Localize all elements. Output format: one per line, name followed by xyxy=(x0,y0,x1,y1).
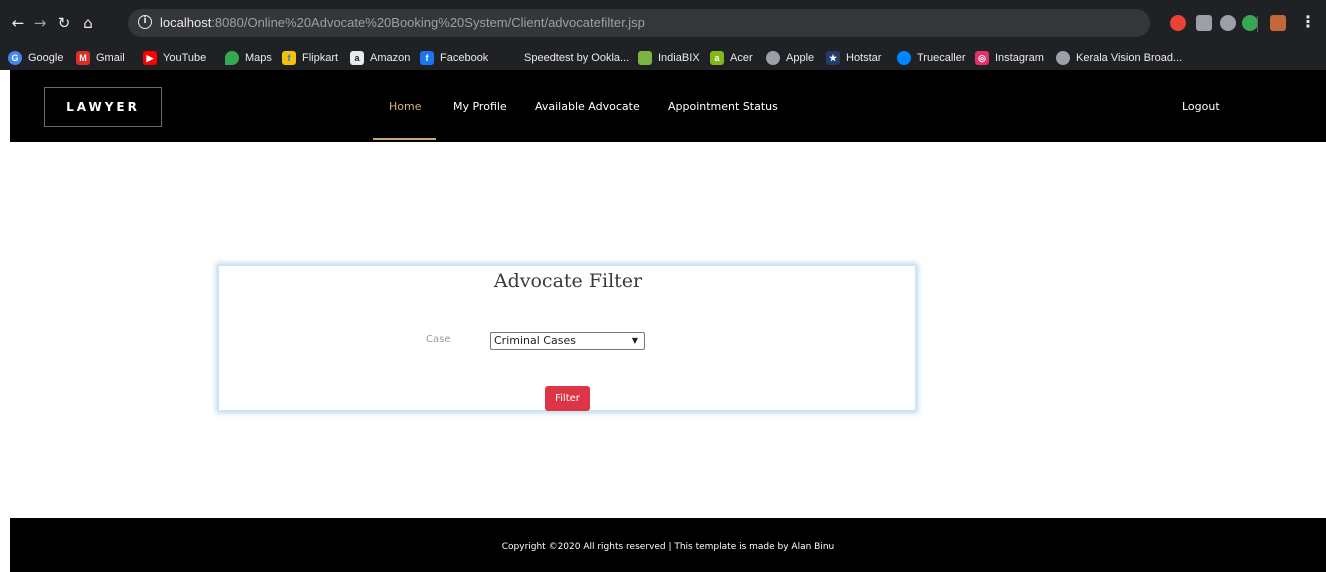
bookmark-label: Flipkart xyxy=(302,52,339,64)
bookmark-youtube[interactable]: ▶ YouTube xyxy=(143,50,206,66)
nav-home[interactable]: Home xyxy=(389,100,421,113)
back-icon[interactable]: ← xyxy=(8,13,28,33)
bookmark-google[interactable]: G Google xyxy=(8,50,63,66)
page-title: Advocate Filter xyxy=(493,270,643,292)
case-label: Case xyxy=(426,334,451,345)
bookmark-label: YouTube xyxy=(163,52,207,64)
info-icon[interactable]: i xyxy=(138,15,152,29)
bookmark-label: Apple xyxy=(786,52,815,64)
bookmark-acer[interactable]: a Acer xyxy=(710,50,753,66)
url-path: :8080/Online%20Advocate%20Booking%20Syst… xyxy=(211,15,645,30)
bookmark-amazon[interactable]: a Amazon xyxy=(350,50,410,66)
menu-dots-icon[interactable]: ⋮ xyxy=(1300,12,1316,31)
opera-extension-icon[interactable] xyxy=(1170,15,1186,31)
bookmarks-bar: G Google M Gmail ▶ YouTube Maps f Flipkart a… xyxy=(0,46,1326,68)
maps-icon xyxy=(225,51,239,65)
acer-icon: a xyxy=(710,51,724,65)
nav-available-advocate[interactable]: Available Advocate xyxy=(535,100,640,113)
bookmark-truecaller[interactable]: Truecaller xyxy=(897,50,966,66)
bookmark-label: Gmail xyxy=(96,52,125,64)
instagram-icon: ◎ xyxy=(975,51,989,65)
bookmark-label: Amazon xyxy=(370,52,411,64)
facebook-icon: f xyxy=(420,51,434,65)
forward-icon[interactable]: → xyxy=(30,13,50,33)
bookmark-maps[interactable]: Maps xyxy=(225,50,272,66)
url-host: localhost xyxy=(160,15,212,30)
shield-extension-icon[interactable] xyxy=(1220,15,1236,31)
indiabix-icon xyxy=(638,51,652,65)
profile-avatar[interactable] xyxy=(1270,15,1286,31)
bookmark-label: Acer xyxy=(730,52,753,64)
chevron-down-icon: ▼ xyxy=(631,336,638,345)
bookmark-instagram[interactable]: ◎ Instagram xyxy=(975,50,1044,66)
apple-icon xyxy=(766,51,780,65)
site-header: LAWYER Home My Profile Available Advocat… xyxy=(10,70,1326,142)
gmail-icon: M xyxy=(76,51,90,65)
toolbar-separator xyxy=(1257,16,1258,32)
hotstar-icon: ★ xyxy=(826,51,840,65)
url-text[interactable]: localhost:8080/Online%20Advocate%20Booki… xyxy=(160,15,645,30)
bookmark-label: Hotstar xyxy=(846,52,882,64)
case-select[interactable]: Criminal Cases ▼ xyxy=(490,332,645,350)
site-logo[interactable]: LAWYER xyxy=(44,87,162,127)
bookmark-hotstar[interactable]: ★ Hotstar xyxy=(826,50,881,66)
bookmark-apple[interactable]: Apple xyxy=(766,50,814,66)
filter-button[interactable]: Filter xyxy=(545,386,590,411)
site-footer: Copyright ©2020 All rights reserved | Th… xyxy=(10,518,1326,572)
home-icon[interactable]: ⌂ xyxy=(78,13,98,33)
copyright-text: Copyright ©2020 All rights reserved | Th… xyxy=(501,542,835,552)
bookmark-label: Facebook xyxy=(440,52,489,64)
bookmark-label: IndiaBIX xyxy=(658,52,700,64)
truecaller-icon xyxy=(897,51,911,65)
camera-extension-icon[interactable] xyxy=(1196,15,1212,31)
bookmark-label: Google xyxy=(28,52,64,64)
google-icon: G xyxy=(8,51,22,65)
youtube-icon: ▶ xyxy=(143,51,157,65)
toolbar: ← → ↻ ⌂ i localhost:8080/Online%20Advoca… xyxy=(0,8,1326,38)
nav-appointment-status[interactable]: Appointment Status xyxy=(668,100,778,113)
flipkart-icon: f xyxy=(282,51,296,65)
bookmark-gmail[interactable]: M Gmail xyxy=(76,50,125,66)
active-nav-indicator xyxy=(373,138,436,140)
browser-chrome: ← → ↻ ⌂ i localhost:8080/Online%20Advoca… xyxy=(0,0,1326,70)
globe-icon xyxy=(1056,51,1070,65)
bookmark-label: Kerala Vision Broad... xyxy=(1076,52,1183,64)
bookmark-label: Truecaller xyxy=(917,52,966,64)
address-bar[interactable]: i localhost:8080/Online%20Advocate%20Boo… xyxy=(128,9,1259,37)
bookmark-label: Maps xyxy=(245,52,272,64)
logout-link[interactable]: Logout xyxy=(1182,100,1220,113)
bookmark-speedtest[interactable]: Speedtest by Ookla... xyxy=(524,50,629,66)
bookmark-kerala-vision[interactable]: Kerala Vision Broad... xyxy=(1056,50,1182,66)
reload-icon[interactable]: ↻ xyxy=(54,13,74,33)
nav-my-profile[interactable]: My Profile xyxy=(453,100,507,113)
leaf-extension-icon[interactable] xyxy=(1242,15,1258,31)
case-select-value: Criminal Cases xyxy=(494,334,576,347)
advocate-filter-card: Advocate Filter Case Criminal Cases ▼ Fi… xyxy=(218,265,916,411)
bookmark-indiabix[interactable]: IndiaBIX xyxy=(638,50,700,66)
bookmark-flipkart[interactable]: f Flipkart xyxy=(282,50,338,66)
bookmark-label: Instagram xyxy=(995,52,1044,64)
bookmark-facebook[interactable]: f Facebook xyxy=(420,50,488,66)
bookmark-label: Speedtest by Ookla... xyxy=(524,52,630,64)
amazon-icon: a xyxy=(350,51,364,65)
